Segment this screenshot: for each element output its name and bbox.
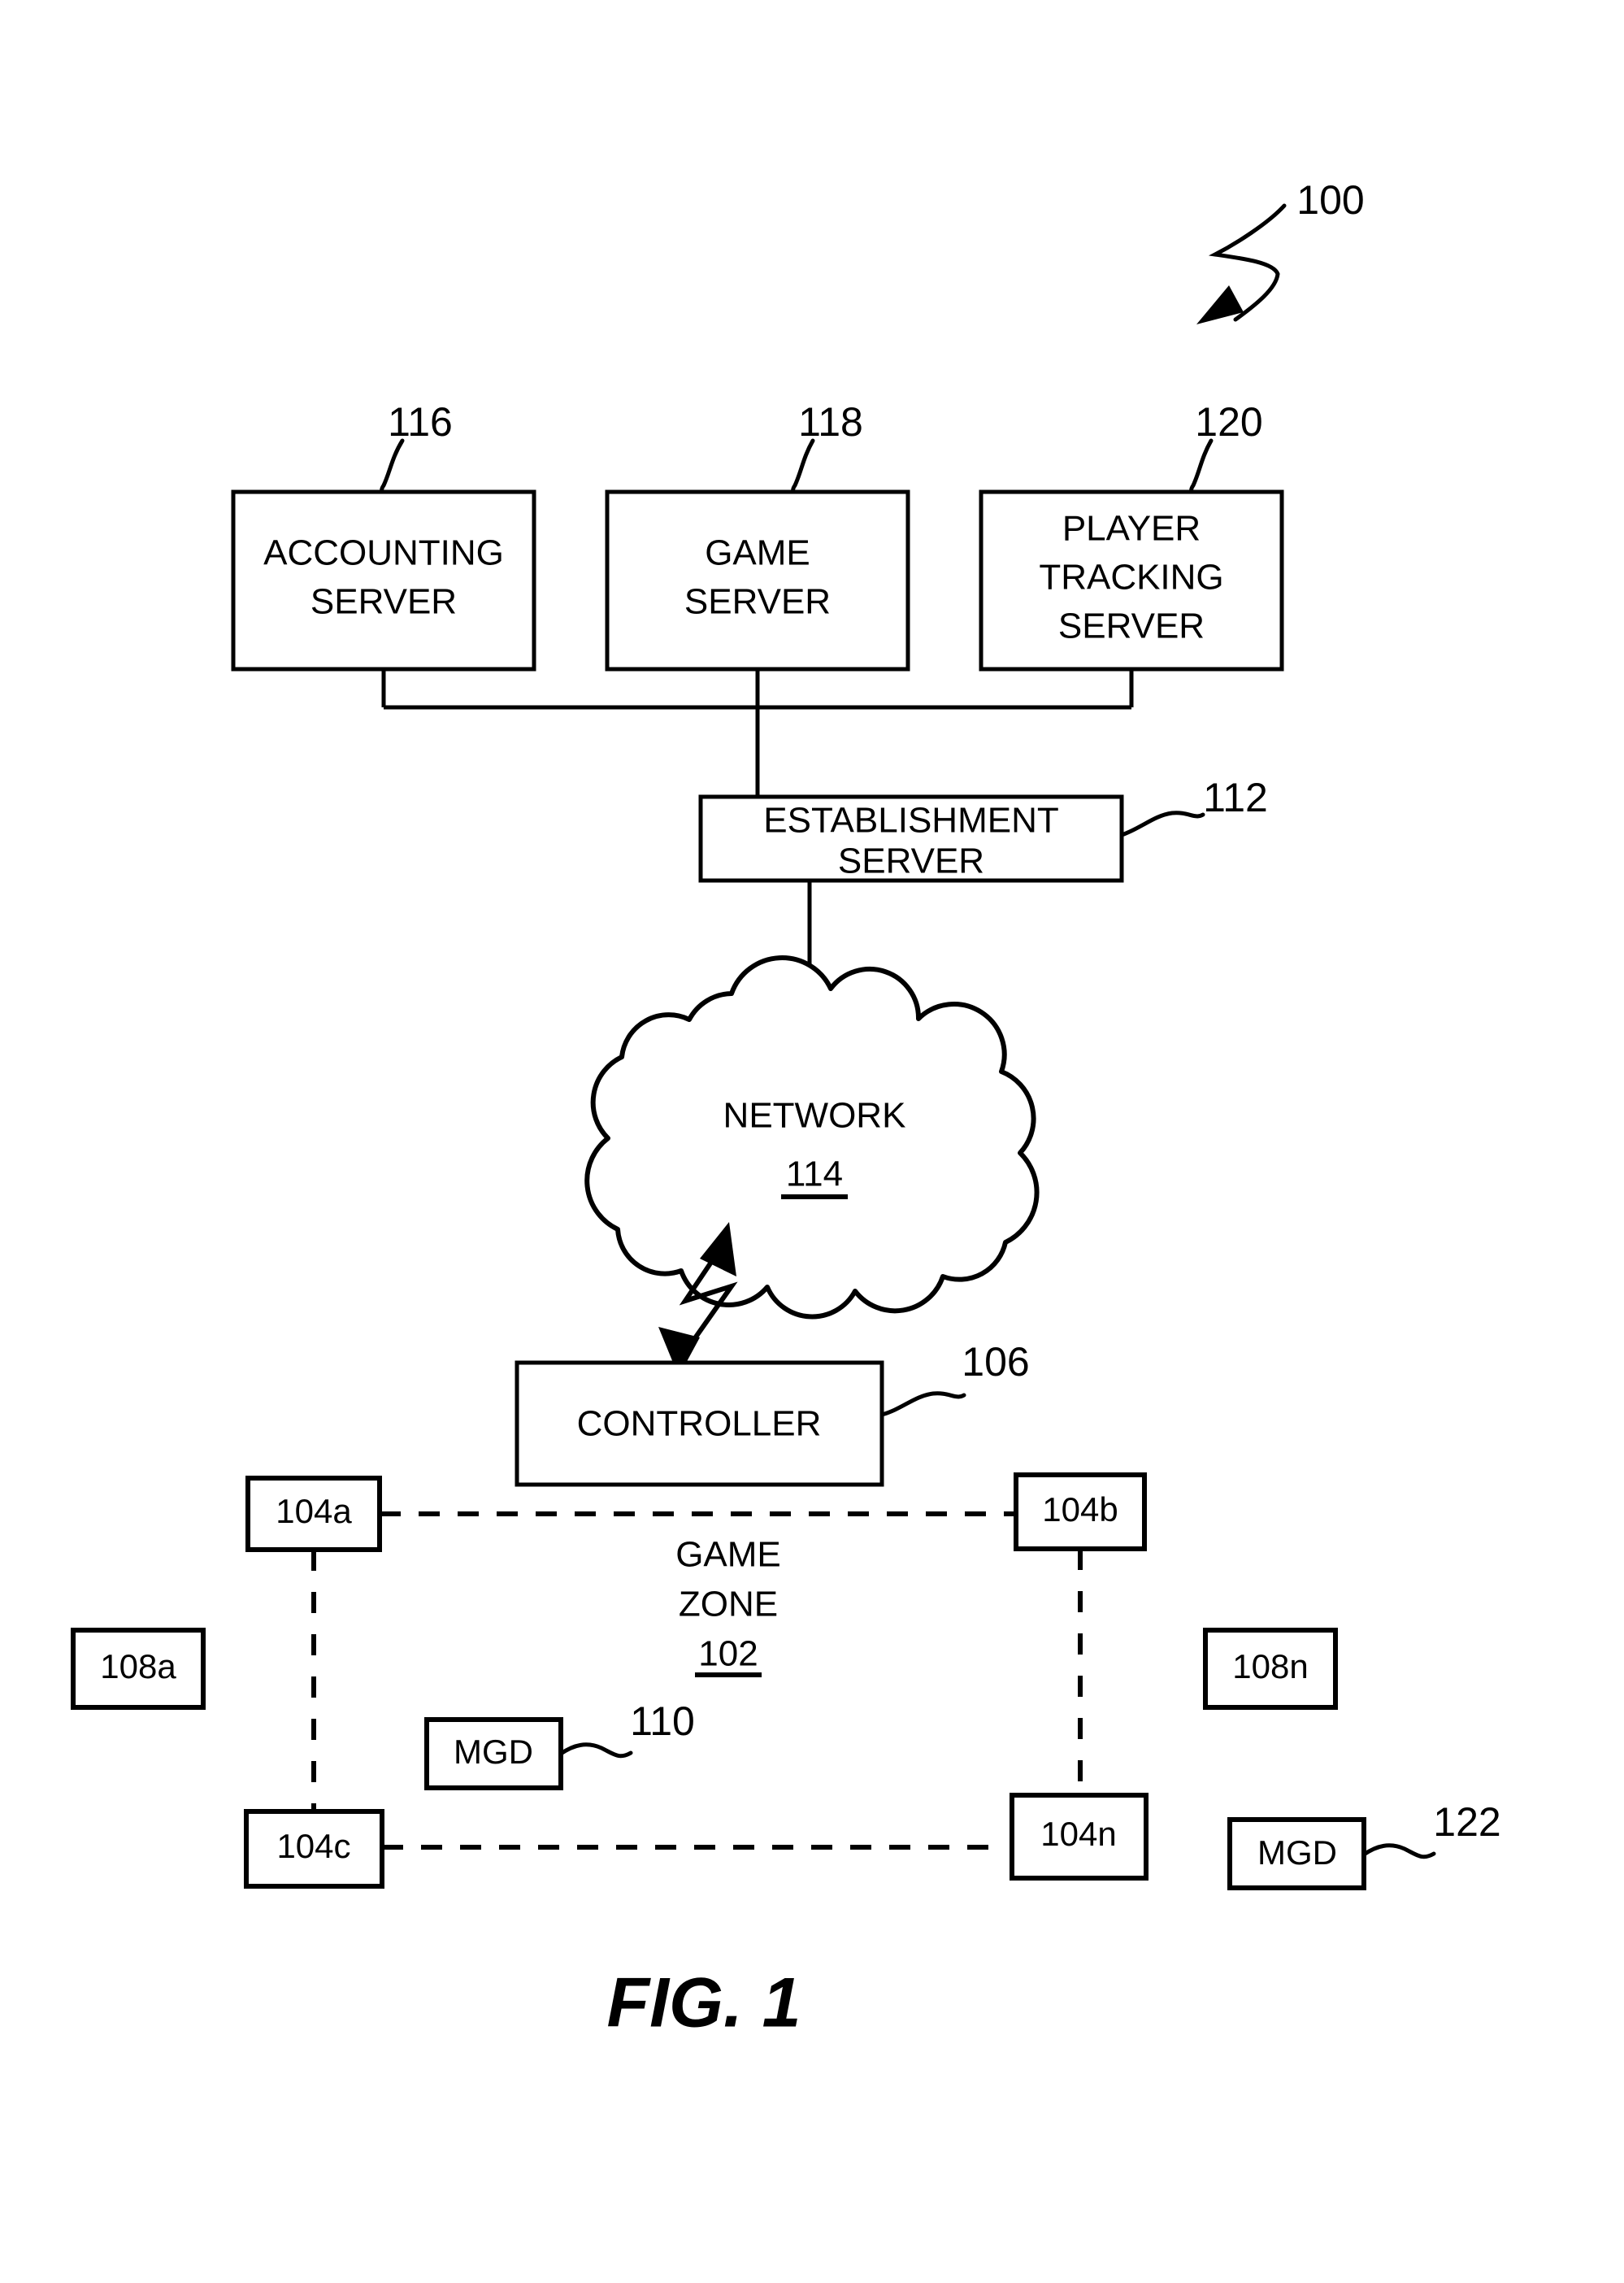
player-tracking-server-label-line1: PLAYER: [1062, 509, 1201, 549]
game-zone-label-line2: ZONE: [679, 1585, 778, 1624]
mobile-gaming-device-110-label: MGD: [454, 1733, 533, 1771]
game-zone-node-104n-label: 104n: [1040, 1815, 1116, 1853]
controller-leader: [879, 1391, 966, 1417]
figure-canvas: 100 116 118 120 ACCOUNTING SERVER GAME S…: [71, 177, 1501, 2042]
game-server-ref: 118: [798, 399, 863, 445]
player-tracking-server-leader: [1189, 438, 1214, 494]
server-bus-wiring: [381, 669, 1134, 797]
system-ref-label: 100: [1296, 177, 1364, 223]
establishment-server-label-line2: SERVER: [838, 841, 984, 881]
mobile-gaming-device-122-label: MGD: [1257, 1833, 1337, 1872]
mobile-gaming-device-110-ref: 110: [630, 1698, 695, 1744]
player-tracking-server-ref: 120: [1195, 399, 1262, 445]
patent-figure-1: 100 116 118 120 ACCOUNTING SERVER GAME S…: [0, 0, 1624, 2283]
controller-ref: 106: [962, 1339, 1029, 1385]
accounting-server-leader: [380, 438, 405, 494]
figure-caption: FIG. 1: [607, 1964, 801, 2042]
player-tracking-server-label-line3: SERVER: [1058, 607, 1205, 646]
establishment-server-label-line1: ESTABLISHMENT: [763, 801, 1058, 841]
network-cloud-shape: [584, 955, 1040, 1320]
outer-box-108n-label: 108n: [1232, 1647, 1308, 1685]
game-server-leader: [791, 438, 815, 494]
game-server-label-line1: GAME: [705, 533, 810, 573]
game-zone-label-line1: GAME: [675, 1535, 781, 1575]
network-label: NETWORK: [723, 1096, 906, 1136]
accounting-server-box[interactable]: [231, 489, 536, 672]
accounting-server-ref: 116: [388, 399, 453, 445]
system-ref-pointer: [1196, 203, 1287, 324]
establishment-server-leader: [1119, 811, 1205, 837]
mgd-122-leader: [1361, 1843, 1436, 1859]
establishment-server-ref: 112: [1203, 775, 1268, 820]
network-ref: 114: [786, 1155, 843, 1194]
accounting-server-label-line2: SERVER: [310, 582, 457, 622]
game-zone-node-104a-label: 104a: [276, 1492, 352, 1530]
outer-box-108a-label: 108a: [100, 1647, 176, 1685]
game-zone-node-104c-label: 104c: [276, 1827, 350, 1865]
controller-label: CONTROLLER: [577, 1404, 822, 1444]
mobile-gaming-device-122-ref: 122: [1433, 1799, 1500, 1845]
game-zone-node-104b-label: 104b: [1042, 1490, 1118, 1529]
mgd-110-leader: [558, 1742, 633, 1759]
player-tracking-server-label-line2: TRACKING: [1039, 558, 1223, 598]
game-server-label-line2: SERVER: [684, 582, 831, 622]
accounting-server-label-line1: ACCOUNTING: [263, 533, 504, 573]
game-server-box[interactable]: [605, 489, 910, 672]
game-zone-ref: 102: [698, 1634, 758, 1674]
